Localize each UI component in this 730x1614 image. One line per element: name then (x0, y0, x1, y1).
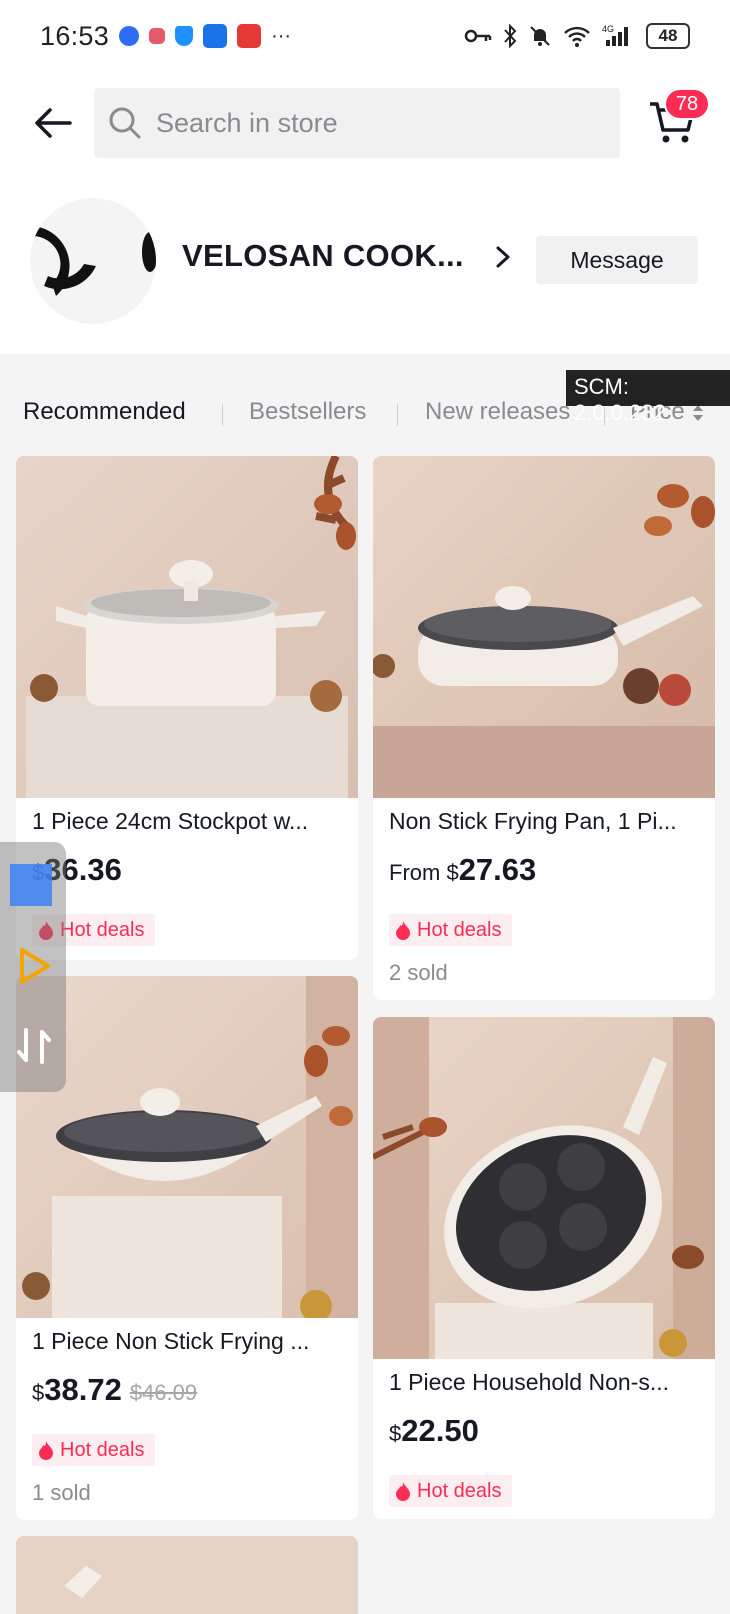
product-image (373, 456, 715, 798)
flame-icon (396, 1482, 410, 1501)
product-title: Non Stick Frying Pan, 1 Pi... (389, 808, 677, 834)
price-value: 38.72 (44, 1372, 122, 1407)
chevron-right-icon[interactable] (490, 242, 516, 272)
hot-deals-badge: Hot deals (32, 1434, 155, 1466)
search-input[interactable]: Search in store (94, 88, 620, 158)
flame-icon (39, 1441, 53, 1460)
product-title: 1 Piece Household Non-s... (389, 1369, 669, 1395)
hot-deals-badge: Hot deals (389, 1475, 512, 1507)
product-card[interactable] (16, 1536, 358, 1614)
sold-count: 2 sold (389, 960, 448, 985)
status-bar: 16:53 ··· 4G 48 (0, 0, 730, 72)
app-notification-icon (119, 26, 140, 46)
product-card[interactable]: Non Stick Frying Pan, 1 Pi... From $27.6… (373, 456, 715, 1000)
price-prefix: From $ (389, 860, 459, 885)
product-image (16, 976, 358, 1318)
signal-icon: 4G (602, 24, 628, 46)
bluetooth-icon (504, 24, 517, 48)
svg-text:4G: 4G (602, 24, 614, 34)
back-arrow-icon[interactable] (30, 100, 76, 146)
tab-divider (222, 404, 223, 426)
more-notifications-icon: ··· (271, 24, 292, 47)
bell-muted-icon (530, 26, 550, 46)
search-placeholder: Search in store (156, 107, 338, 138)
badge-label: Hot deals (417, 918, 502, 941)
product-card[interactable]: 1 Piece Household Non-s... $22.50 Hot de… (373, 1017, 715, 1519)
product-price: $22.50 (389, 1413, 479, 1449)
badge-label: Hot deals (60, 1438, 145, 1461)
product-title: 1 Piece 24cm Stockpot w... (32, 808, 309, 834)
price-prefix: $ (32, 1380, 45, 1405)
tab-bestsellers[interactable]: Bestsellers (249, 398, 366, 426)
wifi-icon (564, 26, 590, 47)
price-prefix: $ (389, 1421, 402, 1446)
tab-recommended[interactable]: Recommended (23, 398, 186, 426)
tab-divider (397, 404, 398, 426)
sold-count: 1 sold (32, 1480, 91, 1505)
store-avatar[interactable] (30, 198, 156, 324)
flame-icon (396, 921, 410, 940)
badge-label: Hot deals (417, 1479, 502, 1502)
tab-new-releases[interactable]: New releases (425, 398, 570, 426)
product-image (16, 456, 358, 798)
battery-indicator: 48 (646, 23, 690, 49)
price-value: 22.50 (401, 1413, 479, 1448)
play-icon[interactable] (14, 946, 54, 986)
product-image (16, 1536, 358, 1614)
product-card[interactable]: 1 Piece 24cm Stockpot w... $36.36 Hot de… (16, 456, 358, 960)
message-button[interactable]: Message (536, 236, 698, 284)
key-icon (464, 29, 492, 43)
product-price: $38.72 $46.09 (32, 1372, 197, 1408)
cart-count-badge: 78 (664, 88, 710, 120)
store-name[interactable]: VELOSAN COOK... (182, 238, 464, 274)
float-app-icon[interactable] (10, 864, 52, 906)
store-info: VELOSAN COOK... Message (0, 196, 730, 326)
search-icon (109, 107, 141, 139)
swap-icon[interactable] (14, 1026, 54, 1066)
floating-toolbar (0, 842, 66, 1092)
badge-label: Hot deals (60, 918, 145, 941)
original-price: $46.09 (129, 1380, 198, 1405)
app-notification-icon (149, 28, 166, 44)
store-logo-icon (30, 226, 156, 296)
status-left: 16:53 ··· (40, 21, 291, 52)
huawei-notification-icon (237, 24, 262, 48)
product-image (373, 1017, 715, 1359)
hot-deals-badge: Hot deals (389, 914, 512, 946)
status-right: 4G 48 (464, 23, 690, 49)
price-value: 27.63 (458, 852, 537, 887)
shield-notification-icon (175, 26, 194, 46)
product-price: From $27.63 (389, 852, 536, 888)
product-title: 1 Piece Non Stick Frying ... (32, 1328, 310, 1354)
status-time: 16:53 (40, 20, 110, 51)
message-notification-icon (203, 24, 228, 48)
product-card[interactable]: 1 Piece Non Stick Frying ... $38.72 $46.… (16, 976, 358, 1520)
debug-version-label: SCM: 2.0.0.232 (566, 370, 730, 425)
store-header: Search in store 78 (0, 86, 730, 158)
